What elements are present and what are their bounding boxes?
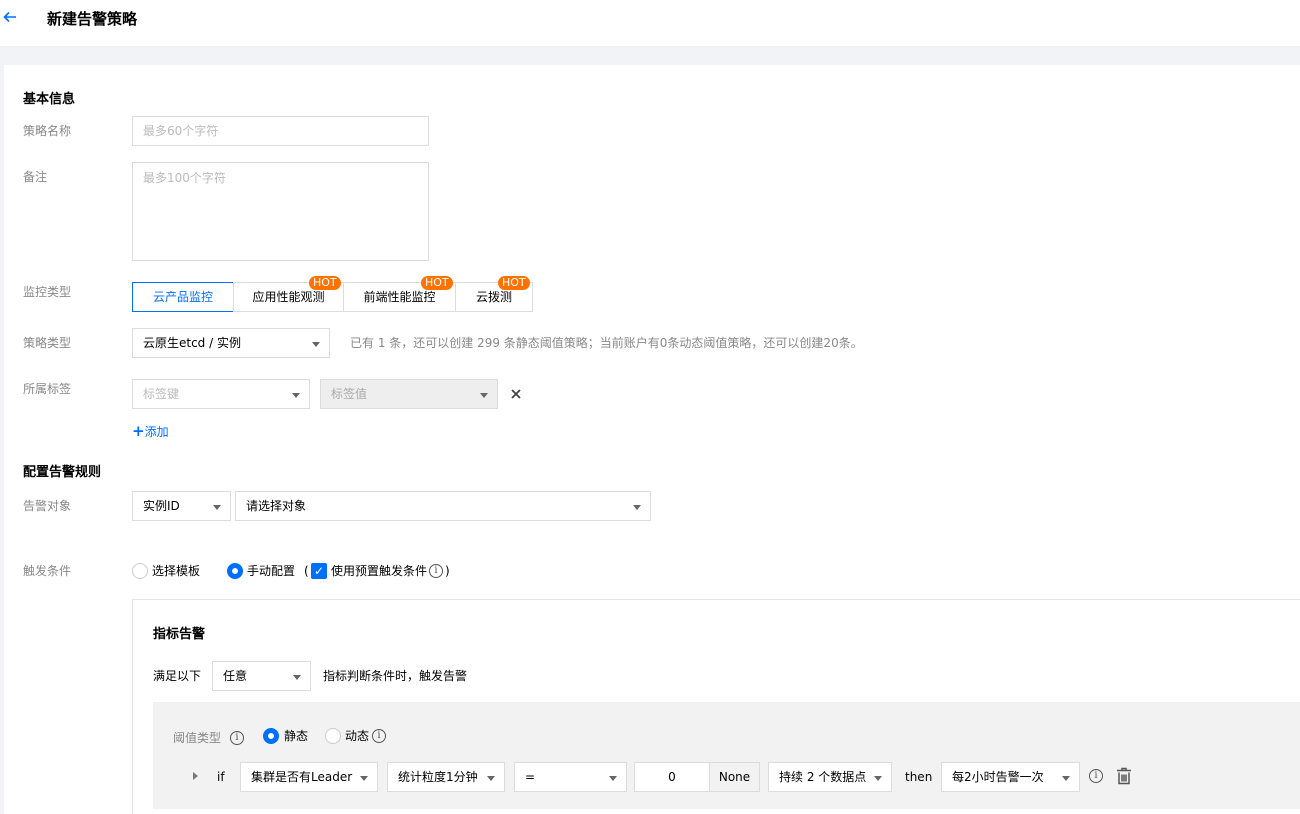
- radio-label-template: 选择模板: [152, 564, 201, 578]
- preset-label: 使用预置触发条件: [331, 564, 428, 578]
- tag-key-placeholder: 标签键: [143, 387, 180, 401]
- frequency-value: 每2小时告警一次: [952, 770, 1044, 784]
- trash-icon[interactable]: [1116, 767, 1132, 785]
- info-icon[interactable]: i: [372, 729, 386, 743]
- chevron-down-icon: [293, 675, 301, 680]
- tag-key-select[interactable]: 标签键: [132, 379, 310, 409]
- chevron-down-icon: [360, 776, 368, 781]
- chevron-down-icon: [633, 505, 641, 510]
- tags-label: 所属标签: [23, 382, 72, 396]
- satisfy-select[interactable]: 任意: [212, 661, 311, 691]
- radio-label-dynamic: 动态: [345, 729, 370, 743]
- target-type-value: 实例ID: [143, 499, 180, 513]
- satisfy-value: 任意: [223, 669, 248, 683]
- if-label: if: [217, 770, 225, 784]
- tag-value-select[interactable]: 标签值: [320, 379, 498, 409]
- radio-label-static: 静态: [284, 729, 309, 743]
- hot-badge: HOT: [309, 276, 341, 290]
- chevron-down-icon: [480, 393, 488, 398]
- chevron-down-icon: [609, 776, 617, 781]
- add-tag-link[interactable]: +添加: [132, 423, 169, 440]
- section-title-rules: 配置告警规则: [23, 465, 102, 480]
- satisfy-suffix: 指标判断条件时，触发告警: [323, 669, 468, 683]
- policy-name-label: 策略名称: [23, 124, 72, 138]
- condition-area: [153, 702, 1300, 809]
- chevron-down-icon: [312, 342, 320, 347]
- tag-value-placeholder: 标签值: [331, 387, 368, 401]
- info-icon[interactable]: i: [1089, 769, 1103, 783]
- threshold-type-label: 阈值类型: [173, 731, 222, 745]
- tab-cloud-product-monitor[interactable]: 云产品监控: [132, 282, 234, 312]
- alarm-target-label: 告警对象: [23, 499, 72, 513]
- policy-type-select[interactable]: 云原生etcd / 实例: [132, 328, 330, 358]
- chevron-down-icon: [487, 776, 495, 781]
- target-object-select[interactable]: 请选择对象: [235, 491, 651, 521]
- target-object-placeholder: 请选择对象: [246, 499, 307, 513]
- policy-type-hint: 已有 1 条，还可以创建 299 条静态阈值策略；当前账户有0条动态阈值策略，还…: [350, 336, 863, 350]
- chevron-down-icon: [213, 505, 221, 510]
- trigger-condition-label: 触发条件: [23, 564, 72, 578]
- page-header: 新建告警策略: [0, 0, 1300, 46]
- remark-textarea[interactable]: 最多100个字符: [132, 162, 429, 261]
- granularity-value: 统计粒度1分钟: [398, 770, 478, 784]
- granularity-select[interactable]: 统计粒度1分钟: [387, 762, 505, 792]
- radio-label-manual: 手动配置: [247, 564, 296, 578]
- remark-label: 备注: [23, 170, 48, 184]
- unit-addon: None: [709, 762, 760, 792]
- policy-name-input[interactable]: 最多60个字符: [132, 116, 429, 146]
- hot-badge: HOT: [421, 276, 453, 290]
- arrow-left-icon[interactable]: [2, 9, 22, 29]
- page-title: 新建告警策略: [47, 10, 138, 28]
- radio-select-template[interactable]: [132, 563, 148, 579]
- paren-open: (: [304, 564, 309, 578]
- radio-static[interactable]: [263, 728, 279, 744]
- frequency-select[interactable]: 每2小时告警一次: [941, 762, 1080, 792]
- close-icon[interactable]: [510, 388, 522, 400]
- operator-select[interactable]: =: [514, 762, 627, 792]
- metric-select[interactable]: 集群是否有Leader: [240, 762, 378, 792]
- radio-manual-config[interactable]: [227, 563, 243, 579]
- preset-checkbox[interactable]: ✓: [311, 563, 327, 579]
- metric-value: 集群是否有Leader: [251, 770, 353, 784]
- info-icon[interactable]: i: [429, 564, 443, 578]
- monitor-type-label: 监控类型: [23, 285, 72, 299]
- duration-select[interactable]: 持续 2 个数据点: [768, 762, 892, 792]
- policy-type-label: 策略类型: [23, 336, 72, 350]
- satisfy-prefix: 满足以下: [153, 669, 202, 683]
- duration-value: 持续 2 个数据点: [779, 770, 867, 784]
- target-type-select[interactable]: 实例ID: [132, 491, 231, 521]
- expand-caret-icon[interactable]: [193, 772, 198, 780]
- plus-icon: +: [132, 422, 145, 440]
- chevron-down-icon: [1062, 776, 1070, 781]
- policy-type-value: 云原生etcd / 实例: [143, 336, 241, 350]
- info-icon[interactable]: i: [230, 731, 244, 745]
- hot-badge: HOT: [498, 276, 530, 290]
- section-title-basic: 基本信息: [23, 92, 76, 107]
- add-tag-label: 添加: [144, 425, 169, 439]
- metric-alarm-title: 指标告警: [153, 627, 206, 642]
- then-label: then: [905, 770, 933, 784]
- operator-value: =: [525, 770, 536, 784]
- threshold-value-input[interactable]: 0: [634, 762, 710, 792]
- radio-dynamic[interactable]: [325, 728, 341, 744]
- chevron-down-icon: [292, 393, 300, 398]
- paren-close: ): [445, 564, 450, 578]
- chevron-down-icon: [874, 776, 882, 781]
